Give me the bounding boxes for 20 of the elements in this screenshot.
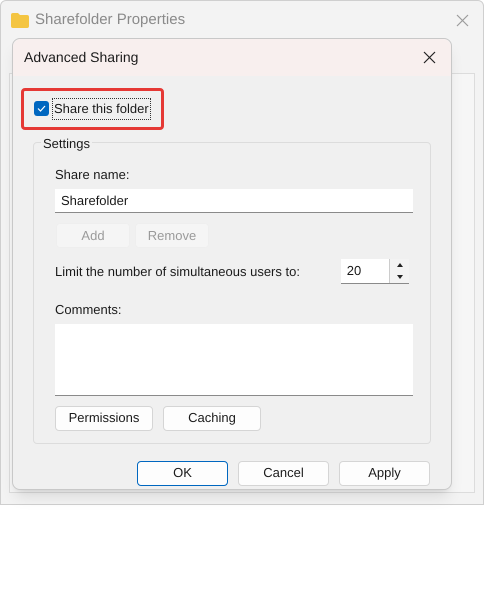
window-title: Sharefolder Properties [35, 10, 186, 30]
field-label: Share name: [55, 166, 130, 184]
comments-field[interactable] [55, 324, 413, 396]
folder-icon [11, 12, 29, 28]
field-label: Limit the number of simultaneous users to: [55, 262, 301, 281]
close-icon[interactable] [423, 51, 436, 64]
checkbox[interactable] [34, 101, 49, 116]
dialog-button[interactable]: Permissions [55, 406, 153, 430]
share-name-field[interactable]: Sharefolder [55, 189, 413, 213]
dialog-button[interactable]: Cancel [238, 460, 329, 486]
spinbox-value: 20 [346, 262, 362, 280]
dialog-button[interactable]: Apply [339, 460, 430, 486]
dialog-button[interactable]: Caching [163, 406, 261, 430]
dialog-button[interactable]: OK [137, 460, 228, 486]
field-label: Comments: [55, 301, 122, 319]
check-icon [37, 105, 46, 112]
dialog-title: Advanced Sharing [24, 48, 138, 67]
checkbox-label: Share this folder [52, 98, 151, 120]
user-limit-spinbox[interactable]: 20 [340, 259, 409, 284]
share-checkbox[interactable]: Share this folder [21, 88, 164, 130]
